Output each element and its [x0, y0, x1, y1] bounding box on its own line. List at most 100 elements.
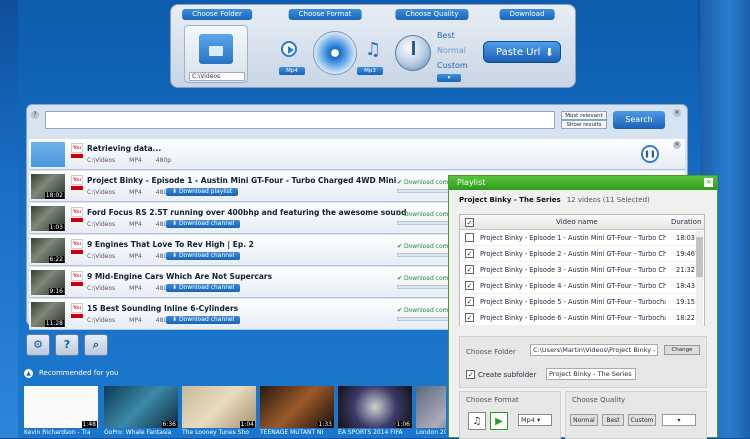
recommended-video[interactable]: 1:33 TEENAGE MUTANT NI	[260, 386, 334, 438]
quality-knob[interactable]	[395, 35, 431, 71]
choose-folder-button[interactable]: C:\Videos	[184, 25, 248, 83]
search-button[interactable]: Search	[613, 111, 665, 129]
row-checkbox[interactable]: ✓	[465, 265, 474, 274]
recommended-video[interactable]: 1:04 The Looney Tunes Sho	[182, 386, 256, 438]
video-thumbnail: 1:03	[31, 206, 65, 231]
playlist-row[interactable]: ✓ Project Binky - Episode 2 - Austin Min…	[460, 246, 704, 262]
scrollbar-thumb[interactable]	[696, 237, 703, 277]
youtube-icon: You	[71, 143, 83, 153]
format-mp3-button[interactable]: Mp3	[357, 67, 383, 75]
pause-button[interactable]: ❚❚	[641, 145, 659, 163]
main-toolbar: Choose Folder C:\Videos Choose Format ♫ …	[170, 4, 576, 88]
quality-normal-option[interactable]: Normal	[437, 46, 466, 55]
video-format-icon[interactable]	[281, 41, 297, 57]
folder-path-field[interactable]: C:\Users\Martin\Videos\Project Binky -	[530, 344, 658, 356]
video-title: 9 Engines That Love To Rev High | Ep. 2	[87, 240, 254, 249]
video-title: EA SPORTS 2014 FIFA	[338, 429, 403, 436]
video-duration: 11:28	[44, 320, 64, 327]
video-thumbnail: 9:16	[31, 270, 65, 295]
download-channel-button[interactable]: ⬇ Download channel	[166, 220, 241, 228]
playlist-row[interactable]: Project Binky - Episode 1 - Austin Mini …	[460, 230, 704, 246]
video-thumbnail: 11:28	[31, 302, 65, 327]
column-duration[interactable]: Duration	[671, 218, 701, 226]
recommended-header[interactable]: ▲ Recommended for you	[24, 364, 452, 382]
settings-button[interactable]: ⚙	[26, 334, 50, 356]
download-row[interactable]: You Retrieving data... C:\Videos MP4 480p …	[29, 139, 685, 170]
video-title: 15 Best Sounding Inline 6-Cylinders	[87, 304, 239, 313]
choose-quality-label: Choose Quality	[572, 396, 626, 404]
subfolder-name-field[interactable]: Project Binky - The Series	[546, 368, 636, 380]
change-folder-button[interactable]: Change	[664, 345, 700, 355]
playlist-row[interactable]: ✓ Project Binky - Episode 6 - Austin Min…	[460, 310, 704, 326]
recommended-video[interactable]: 1:48 Kevin Richardson - Tra	[24, 386, 98, 438]
playlist-scrollbar[interactable]	[696, 231, 703, 325]
close-search-icon[interactable]: ×	[673, 109, 681, 117]
sort-most-relevant[interactable]: Most relevant	[561, 111, 607, 120]
select-all-checkbox[interactable]: ✓	[465, 218, 474, 227]
playlist-table: ✓ Video name Duration Project Binky - Ep…	[459, 214, 705, 326]
search-tool-button[interactable]: ⌕	[84, 334, 108, 356]
quality-custom-option[interactable]: Custom	[437, 61, 468, 70]
playlist-item-duration: 21:32	[676, 266, 696, 274]
sort-selector[interactable]: Most relevant Show results	[561, 111, 607, 129]
playlist-count: 12 videos (11 Selected)	[566, 196, 650, 204]
playlist-row[interactable]: ✓ Project Binky - Episode 4 - Austin Min…	[460, 278, 704, 294]
download-playlist-button[interactable]: ⬇ Download playlist	[166, 188, 239, 196]
recommended-video[interactable]: London 201	[416, 386, 446, 438]
playlist-name: Project Binky - The Series	[459, 196, 561, 204]
download-channel-button[interactable]: ⬇ Download channel	[166, 316, 241, 324]
play-icon[interactable]: ▶	[490, 412, 508, 430]
video-title: The Looney Tunes Sho	[182, 429, 249, 436]
playlist-info: Project Binky - The Series 12 videos (11 …	[459, 196, 650, 204]
recommended-label: Recommended for you	[39, 369, 119, 377]
quality-custom-button[interactable]: Custom	[628, 414, 656, 426]
music-note-icon[interactable]: ♫	[468, 412, 486, 430]
recommended-video[interactable]: 1:06 EA SPORTS 2014 FIFA	[338, 386, 412, 438]
search-help-icon[interactable]: ?	[31, 111, 39, 119]
row-checkbox[interactable]: ✓	[465, 249, 474, 258]
column-video-name[interactable]: Video name	[556, 218, 598, 226]
format-select[interactable]: Mp4 ▾	[518, 414, 552, 426]
download-channel-button[interactable]: ⬇ Download channel	[166, 252, 241, 260]
playlist-row[interactable]: ✓ Project Binky - Episode 5 - Austin Min…	[460, 294, 704, 310]
quality-normal-button[interactable]: Normal	[570, 414, 598, 426]
row-checkbox[interactable]: ✓	[465, 281, 474, 290]
help-button[interactable]: ?	[55, 334, 79, 356]
search-input[interactable]	[45, 111, 555, 129]
video-format: MP4	[129, 317, 142, 324]
quality-best-option[interactable]: Best	[437, 31, 455, 40]
close-row-icon[interactable]: ×	[673, 141, 681, 149]
video-format: MP4	[129, 253, 142, 260]
youtube-tube-icon	[71, 282, 83, 286]
video-thumbnail	[416, 386, 446, 428]
playlist-item-name: Project Binky - Episode 6 - Austin Mini …	[480, 314, 666, 322]
video-thumbnail	[31, 142, 65, 167]
video-thumbnail: 1:48	[24, 386, 98, 428]
paste-url-button[interactable]: Paste Url	[483, 41, 561, 64]
quality-custom-dropdown[interactable]: ▾	[437, 74, 461, 82]
create-subfolder-checkbox[interactable]: ✓	[466, 370, 475, 379]
custom-quality-select[interactable]: ▾	[662, 414, 696, 426]
magnifier-icon: ⌕	[92, 338, 100, 351]
row-checkbox[interactable]	[465, 233, 474, 242]
quality-best-button[interactable]: Best	[602, 414, 624, 426]
playlist-row[interactable]: ✓ Project Binky - Episode 3 - Austin Min…	[460, 262, 704, 278]
recommended-video[interactable]: 6:36 GoPro: Whale Fantasia	[104, 386, 178, 438]
format-mp4-button[interactable]: Mp4	[279, 67, 305, 75]
music-note-icon[interactable]: ♫	[365, 39, 381, 60]
row-checkbox[interactable]: ✓	[465, 313, 474, 322]
chevron-up-icon[interactable]: ▲	[24, 368, 33, 378]
question-icon: ?	[63, 338, 71, 351]
playlist-item-duration: 18:22	[676, 314, 696, 322]
video-path: C:\Videos	[87, 317, 116, 324]
row-checkbox[interactable]: ✓	[465, 297, 474, 306]
folder-group: Choose Folder C:\Users\Martin\Videos\Pro…	[459, 336, 707, 388]
format-dial[interactable]	[313, 31, 357, 75]
playlist-table-header: ✓ Video name Duration	[460, 215, 704, 230]
close-icon[interactable]: ×	[704, 178, 713, 187]
download-channel-button[interactable]: ⬇ Download channel	[166, 284, 241, 292]
playlist-item-name: Project Binky - Episode 1 - Austin Mini …	[480, 234, 666, 242]
youtube-icon: You	[71, 271, 83, 281]
video-path: C:\Videos	[87, 221, 116, 228]
sort-show-results[interactable]: Show results	[561, 120, 607, 129]
